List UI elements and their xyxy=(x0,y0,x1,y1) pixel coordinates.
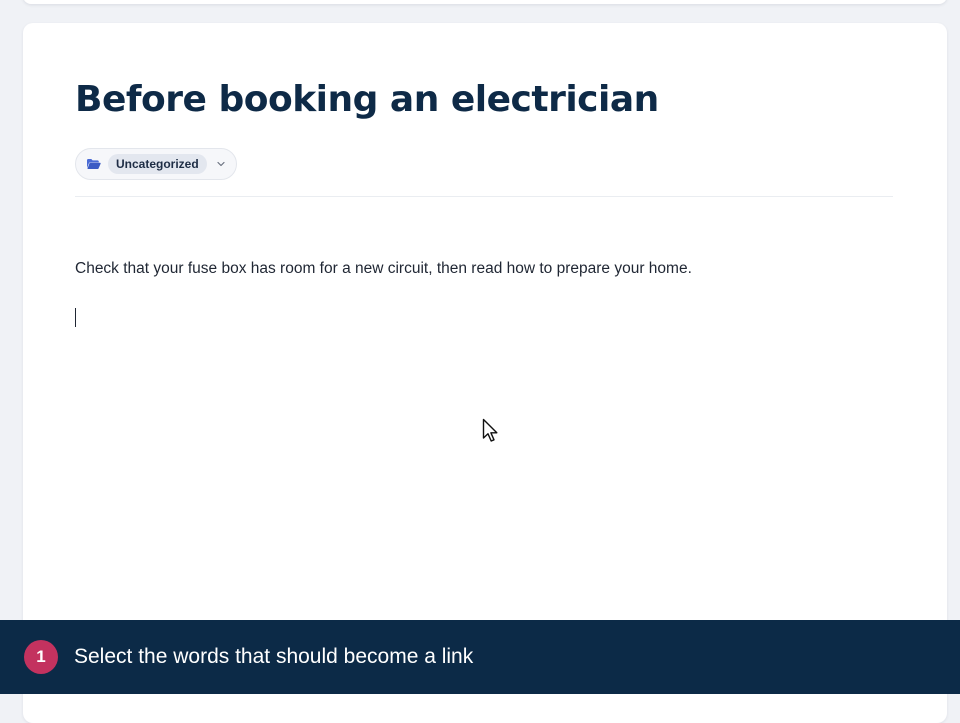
category-selector[interactable]: Uncategorized xyxy=(75,148,237,180)
step-number-badge: 1 xyxy=(24,640,58,674)
mouse-pointer-icon xyxy=(482,418,498,442)
previous-card xyxy=(23,0,947,4)
folder-open-icon xyxy=(86,158,101,170)
category-label: Uncategorized xyxy=(108,154,207,174)
page-title[interactable]: Before booking an electrician xyxy=(75,79,659,120)
body-paragraph[interactable]: Check that your fuse box has room for a … xyxy=(75,260,893,278)
editor-card: Before booking an electrician Uncategori… xyxy=(23,23,947,723)
instruction-bar: 1 Select the words that should become a … xyxy=(0,620,960,694)
instruction-text: Select the words that should become a li… xyxy=(74,645,474,668)
text-caret xyxy=(75,308,76,327)
title-divider xyxy=(75,196,893,197)
chevron-down-icon xyxy=(216,159,226,169)
